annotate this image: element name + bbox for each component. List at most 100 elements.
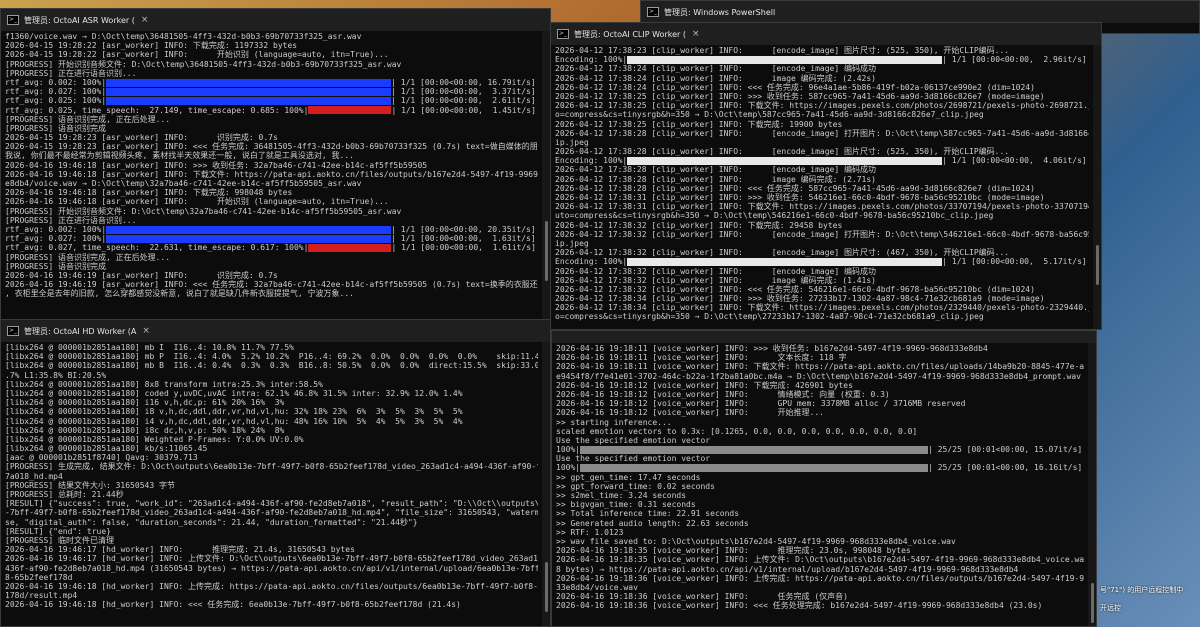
powershell-title: 管理员: Windows PowerShell — [664, 7, 776, 17]
terminal-line: Use the specified emotion vector — [556, 454, 711, 464]
terminal-line: 2026-04-16 19:46:18 [asr_worker] INFO: >… — [5, 160, 428, 170]
clip-worker-window[interactable]: >_ 管理员: OctoAI CLIP Worker ( × 2026-04-1… — [550, 22, 1102, 330]
terminal-line: 8-65b2feef178d — [5, 572, 73, 582]
voice-scrollbar[interactable] — [1088, 343, 1096, 626]
progress-prefix: rtf_avg: 0.025, time_speech: 27.149, tim… — [5, 105, 309, 115]
terminal-line: 436f-af90-fe2d8eb7a018_hd.mp4 (31650543 … — [5, 563, 538, 573]
terminal-line: 2026-04-12 17:38:31 [clip_worker] INFO: … — [555, 202, 1089, 212]
terminal-line: >> wav file saved to: D:\Oct\outputs\b16… — [556, 536, 956, 546]
hd-worker-titlebar[interactable]: >_ 管理员: OctoAI HD Worker (A × — [1, 320, 550, 342]
terminal-line: 2026-04-12 17:38:32 [clip_worker] INFO: … — [555, 266, 876, 276]
progress-bar-fill — [627, 156, 943, 165]
progress-suffix: | 1/1 [00:00<00:00, 1.45it/s] — [391, 105, 536, 115]
terminal-icon: >_ — [557, 29, 569, 39]
asr-worker-window[interactable]: >_ 管理员: OctoAI ASR Worker ( × f1360/voic… — [0, 8, 551, 320]
terminal-line: -7bff-49f7-b0f8-65b2feef178d_video_263ad… — [5, 508, 538, 518]
terminal-line: 2026-04-12 17:38:28 [clip_worker] INFO: … — [555, 183, 1035, 193]
terminal-line: [PROGRESS] 语音识别完成, 正在后处理... — [5, 252, 171, 262]
terminal-line: [libx264 @ 000001b2851aa180] mb P I16..4… — [5, 352, 538, 362]
terminal-line: 2026-04-16 19:46:18 [hd_worker] INFO: 上传… — [5, 581, 538, 591]
progress-bar-fill — [580, 464, 929, 473]
terminal-line: 2026-04-12 17:38:24 [clip_worker] INFO: … — [555, 73, 876, 83]
progress-bar-fill — [106, 234, 392, 243]
terminal-line: 2026-04-16 19:18:12 [voice_worker] INFO:… — [556, 408, 825, 418]
terminal-line: [PROGRESS] 总耗时: 21.44秒 — [5, 490, 124, 499]
terminal-line: 2026-04-16 19:18:35 [voice_worker] INFO:… — [556, 546, 911, 556]
terminal-line: 2026-04-16 19:46:18 [asr_worker] INFO: 下… — [5, 188, 293, 198]
terminal-line: 我说, 你们最不最经常为剪辑视频头疼, 素材找半天效果还一般, 说白了就是工具没… — [5, 151, 354, 161]
asr-worker-titlebar[interactable]: >_ 管理员: OctoAI ASR Worker ( × — [1, 9, 550, 31]
terminal-icon: >_ — [7, 15, 19, 25]
progress-prefix: Encoding: 100%| — [555, 257, 628, 267]
progress-prefix: rtf_avg: 0.027: 100%| — [5, 234, 107, 244]
terminal-line: 2026-04-16 19:18:36 [voice_worker] INFO:… — [556, 592, 849, 602]
terminal-line: >> RTF: 1.0123 — [556, 527, 624, 537]
terminal-line: [PROGRESS] 开始识别音频文件: D:\Oct\temp\32a7ba4… — [5, 206, 402, 216]
terminal-line: 2026-04-12 17:38:32 [clip_worker] INFO: … — [555, 284, 1035, 294]
progress-suffix: | 1/1 [00:00<00:00, 3.37it/s] — [391, 87, 536, 97]
powershell-titlebar[interactable]: >_ 管理员: Windows PowerShell — [641, 1, 1199, 23]
terminal-line: [PROGRESS] 结果文件大小: 31650543 字节 — [5, 480, 175, 490]
terminal-line: 2026-04-12 17:38:32 [clip_worker] INFO: … — [555, 248, 1010, 258]
terminal-line: 2026-04-16 19:46:18 [asr_worker] INFO: 下… — [5, 169, 538, 179]
terminal-line: 2026-04-15 19:28:22 [asr_worker] INFO: 下… — [5, 41, 298, 51]
terminal-line: rtf_avg: 0.027, time_speech: 22.631, tim… — [5, 243, 538, 252]
asr-scrollbar[interactable] — [542, 31, 550, 319]
terminal-line: o=compress&cs=tinysrgb&h=350 → D:\Oct\te… — [555, 312, 984, 322]
terminal-line: 2026-04-12 17:38:28 [clip_worker] INFO: … — [555, 128, 1089, 138]
terminal-line: Encoding: 100%| | 1/1 [00:00<00:00, 5.17i… — [555, 257, 1089, 266]
terminal-line: 33e8db4/voice.wav — [556, 582, 638, 592]
terminal-line: [PROGRESS] 正在进行语音识别... — [5, 215, 137, 225]
terminal-line: f1360/voice.wav → D:\Oct\temp\36481505-4… — [5, 32, 362, 41]
terminal-line: >> Generated audio length: 22.63 seconds — [556, 518, 749, 528]
terminal-line: 8 bytes) → https://pata-api.aokto.cn/api… — [556, 564, 1019, 574]
terminal-line: e8db4/voice.wav → D:\Oct\temp\32a7ba46-c… — [5, 179, 362, 188]
terminal-line: 178d/result.mp4 — [5, 591, 78, 601]
terminal-line: rtf_avg: 0.027: 100%| | 1/1 [00:00<00:00,… — [5, 234, 538, 243]
progress-suffix: | 1/1 [00:00<00:00, 20.35it/s] — [391, 224, 536, 234]
progress-suffix: | 1/1 [00:00<00:00, 1.61it/s] — [391, 243, 536, 253]
terminal-line: 2026-04-15 19:28:23 [asr_worker] INFO: 识… — [5, 133, 278, 143]
terminal-line: [libx264 @ 000001b2851aa180] i4 v,h,dc,d… — [5, 416, 463, 426]
tab-close-icon[interactable]: × — [692, 29, 700, 39]
asr-worker-title: 管理员: OctoAI ASR Worker ( — [24, 15, 135, 25]
terminal-line: rtf_avg: 0.025: 100%| | 1/1 [00:00<00:00,… — [5, 96, 538, 105]
progress-bar-fill — [106, 225, 392, 234]
clip-scrollbar[interactable] — [1093, 45, 1101, 329]
terminal-line: 2026-04-16 19:46:19 [asr_worker] INFO: <… — [5, 280, 538, 290]
clip-worker-title: 管理员: OctoAI CLIP Worker ( — [574, 29, 686, 39]
terminal-line: >> starting inference... — [556, 417, 672, 427]
terminal-line: [libx264 @ 000001b2851aa180] Weighted P-… — [5, 434, 304, 444]
terminal-line: 2026-04-16 19:18:36 [voice_worker] INFO:… — [556, 601, 1043, 611]
terminal-line: rtf_avg: 0.027: 100%| | 1/1 [00:00<00:00,… — [5, 87, 538, 96]
voice-worker-window[interactable]: 2026-04-16 19:18:11 [voice_worker] INFO:… — [551, 330, 1097, 627]
clip-worker-titlebar[interactable]: >_ 管理员: OctoAI CLIP Worker ( × — [551, 23, 1101, 45]
terminal-line: e9454f8/f7e41e01-3702-464c-b22a-1f2ba81a… — [556, 371, 1081, 381]
terminal-line: 2026-04-16 19:46:17 [hd_worker] INFO: 推理… — [5, 545, 355, 555]
terminal-line: Use the specified emotion vector — [556, 435, 711, 445]
progress-suffix: | 25/25 [00:01<00:00, 15.07it/s] — [928, 445, 1083, 455]
asr-worker-output: f1360/voice.wav → D:\Oct\temp\36481505-4… — [1, 31, 542, 319]
terminal-line: Encoding: 100%| | 1/1 [00:00<00:00, 2.96i… — [555, 55, 1089, 64]
progress-bar-fill — [106, 87, 392, 96]
progress-bar-fill — [308, 243, 392, 252]
terminal-line: [PROGRESS] 语音识别完成 — [5, 261, 106, 271]
terminal-line: 2026-04-12 17:38:32 [clip_worker] INFO: … — [555, 220, 843, 230]
terminal-line: [PROGRESS] 生成完成, 结果文件: D:\Oct\outputs\6e… — [5, 462, 538, 472]
terminal-line: ip.jpeg — [555, 137, 589, 147]
tab-close-icon[interactable]: × — [141, 15, 149, 25]
terminal-line: 2026-04-15 19:28:22 [asr_worker] INFO: 开… — [5, 50, 389, 60]
tab-close-icon[interactable]: × — [142, 326, 150, 336]
hd-worker-window[interactable]: >_ 管理员: OctoAI HD Worker (A × [libx264 @… — [0, 319, 551, 627]
hd-scrollbar[interactable] — [542, 342, 550, 626]
voice-worker-titlebar[interactable] — [552, 331, 1096, 343]
terminal-line: [PROGRESS] 正在进行语音识别... — [5, 68, 137, 78]
terminal-line: 2026-04-12 17:38:23 [clip_worker] INFO: … — [555, 46, 1010, 55]
progress-bar-fill — [627, 257, 943, 266]
clip-worker-output: 2026-04-12 17:38:23 [clip_worker] INFO: … — [551, 45, 1093, 329]
terminal-line: >> gpt_gen_time: 17.47 seconds — [556, 472, 701, 482]
terminal-line: 2026-04-12 17:38:32 [clip_worker] INFO: … — [555, 275, 876, 285]
remote-control-notice-link[interactable]: 开远控 — [1100, 603, 1200, 613]
terminal-line: [libx264 @ 000001b2851aa180] i16 v,h,dc,… — [5, 398, 285, 408]
terminal-line: 2026-04-16 19:18:11 [voice_worker] INFO:… — [556, 362, 1084, 372]
